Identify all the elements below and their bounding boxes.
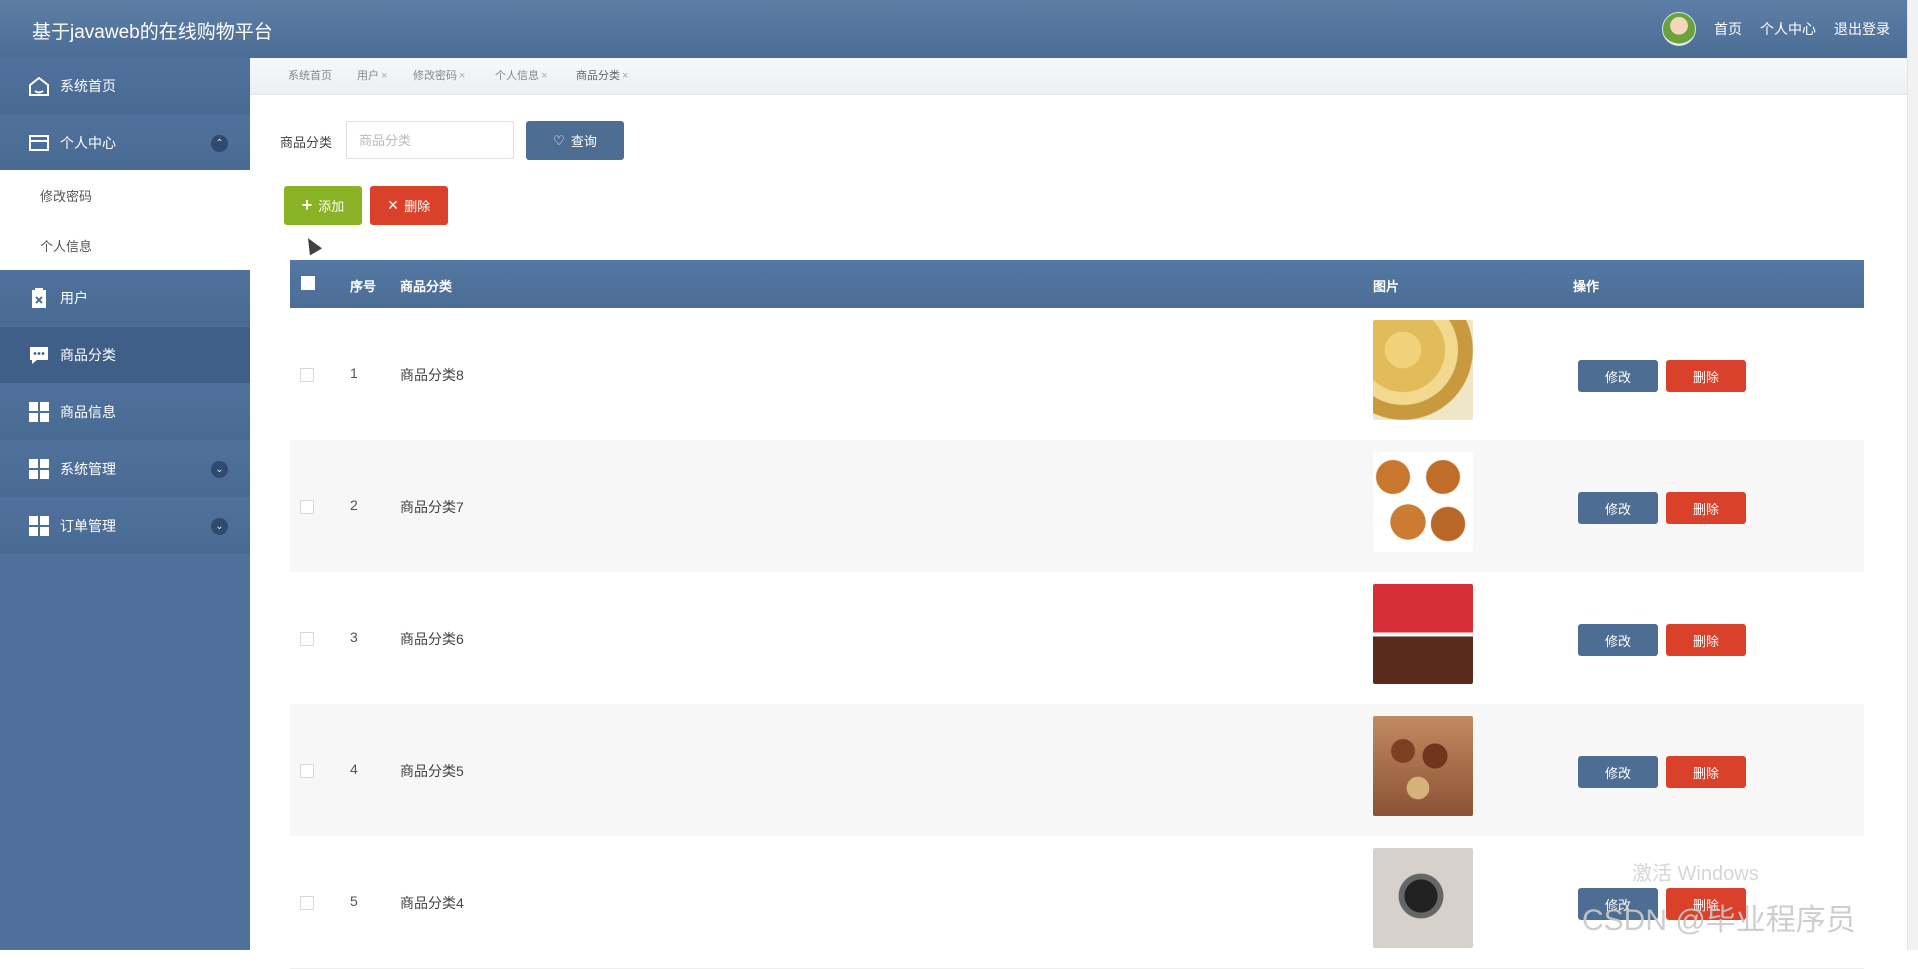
watch-image (1373, 848, 1473, 948)
row-checkbox[interactable] (300, 896, 314, 910)
grid-icon (27, 400, 51, 424)
close-icon: × (387, 195, 399, 215)
chocolate-image (1373, 584, 1473, 684)
sidebar-item-order-management[interactable]: 订单管理 ⌄ (0, 498, 250, 554)
tab-personal-info[interactable]: 个人信息 × (495, 67, 547, 83)
row-checkbox[interactable] (300, 764, 314, 778)
table-header: 序号 商品分类 图片 操作 (290, 260, 1864, 308)
edit-button[interactable]: 修改 (1578, 624, 1658, 656)
tab-product-category[interactable]: 商品分类 × (576, 67, 628, 83)
tab-bar: 系统首页 用户 × 修改密码 × 个人信息 × 商品分类 × (250, 58, 1918, 95)
chevron-up-icon[interactable]: ⌃ (211, 134, 228, 152)
heart-icon: ♡ (553, 132, 565, 148)
clipboard-icon (27, 286, 51, 310)
app-title: 基于javaweb的在线购物平台 (32, 22, 273, 43)
sidebar-subitem-change-password[interactable]: 修改密码 (0, 170, 250, 220)
tab-system-home[interactable]: 系统首页 (288, 67, 332, 83)
edit-button[interactable]: 修改 (1578, 360, 1658, 392)
windows-activation-watermark: 激活 Windows (1632, 863, 1759, 885)
table-row: 3 商品分类6 修改 删除 (290, 572, 1864, 705)
table-row: 2 商品分类7 修改 删除 (290, 440, 1864, 573)
logout-link[interactable]: 退出登录 (1834, 19, 1890, 39)
close-icon[interactable]: × (459, 70, 465, 82)
nuts-image (1373, 716, 1473, 816)
grid-icon (27, 457, 51, 481)
potato-image (1373, 320, 1473, 420)
home-icon (27, 74, 51, 98)
delete-button[interactable]: 删除 (1666, 756, 1746, 788)
close-icon[interactable]: × (541, 70, 547, 82)
plus-icon: + (301, 195, 313, 215)
delete-button[interactable]: 删除 (1666, 624, 1746, 656)
table-row: 1 商品分类8 修改 删除 (290, 308, 1864, 441)
mouse-cursor (301, 234, 323, 256)
edit-button[interactable]: 修改 (1578, 756, 1658, 788)
sidebar-item-product-info[interactable]: 商品信息 (0, 384, 250, 440)
row-checkbox[interactable] (300, 500, 314, 514)
avatar[interactable] (1662, 12, 1696, 46)
sidebar-item-product-category[interactable]: 商品分类 (0, 327, 250, 383)
sidebar-item-users[interactable]: 用户 (0, 270, 250, 326)
table-row: 4 商品分类5 修改 删除 (290, 704, 1864, 837)
vertical-scrollbar[interactable] (1907, 0, 1918, 950)
delete-button[interactable]: 删除 (1666, 492, 1746, 524)
query-button[interactable]: ♡ 查询 (526, 121, 624, 160)
header-image: 图片 (1373, 279, 1400, 294)
top-actions: 首页 个人中心 退出登录 (1662, 0, 1890, 58)
sidebar-item-system-home[interactable]: 系统首页 (0, 58, 250, 114)
tab-change-password[interactable]: 修改密码 × (413, 67, 465, 83)
header-category: 商品分类 (400, 279, 453, 294)
personal-center-link[interactable]: 个人中心 (1760, 19, 1816, 39)
edit-button[interactable]: 修改 (1578, 492, 1658, 524)
card-icon (27, 131, 51, 155)
row-checkbox[interactable] (300, 368, 314, 382)
csdn-watermark: CSDN @毕业程序员 (1582, 904, 1856, 937)
grid-icon (27, 514, 51, 538)
category-search-input[interactable] (346, 121, 514, 159)
header-actions: 操作 (1573, 279, 1600, 294)
category-filter-label: 商品分类 (280, 135, 333, 150)
sidebar-item-system-management[interactable]: 系统管理 ⌄ (0, 441, 250, 497)
chevron-down-icon[interactable]: ⌄ (211, 460, 228, 478)
top-bar: 基于javaweb的在线购物平台 首页 个人中心 退出登录 (0, 0, 1918, 58)
sidebar-item-personal-center[interactable]: 个人中心 ⌃ (0, 115, 250, 171)
row-checkbox[interactable] (300, 632, 314, 646)
home-link[interactable]: 首页 (1714, 19, 1742, 39)
header-index: 序号 (350, 279, 377, 294)
sidebar: 系统首页 个人中心 ⌃ 修改密码 个人信息 用户 商品分类 商品信息 系统管理 … (0, 58, 250, 950)
add-button[interactable]: + 添加 (284, 186, 362, 225)
close-icon[interactable]: × (381, 70, 387, 82)
sidebar-subitem-personal-info[interactable]: 个人信息 (0, 220, 250, 270)
chevron-down-icon[interactable]: ⌄ (211, 517, 228, 535)
batch-delete-button[interactable]: × 删除 (370, 186, 448, 225)
chat-icon (27, 343, 51, 367)
fried-chicken-image (1373, 452, 1473, 552)
tab-users[interactable]: 用户 × (357, 67, 387, 83)
delete-button[interactable]: 删除 (1666, 360, 1746, 392)
close-icon[interactable]: × (622, 70, 628, 82)
select-all-checkbox[interactable] (301, 276, 315, 290)
